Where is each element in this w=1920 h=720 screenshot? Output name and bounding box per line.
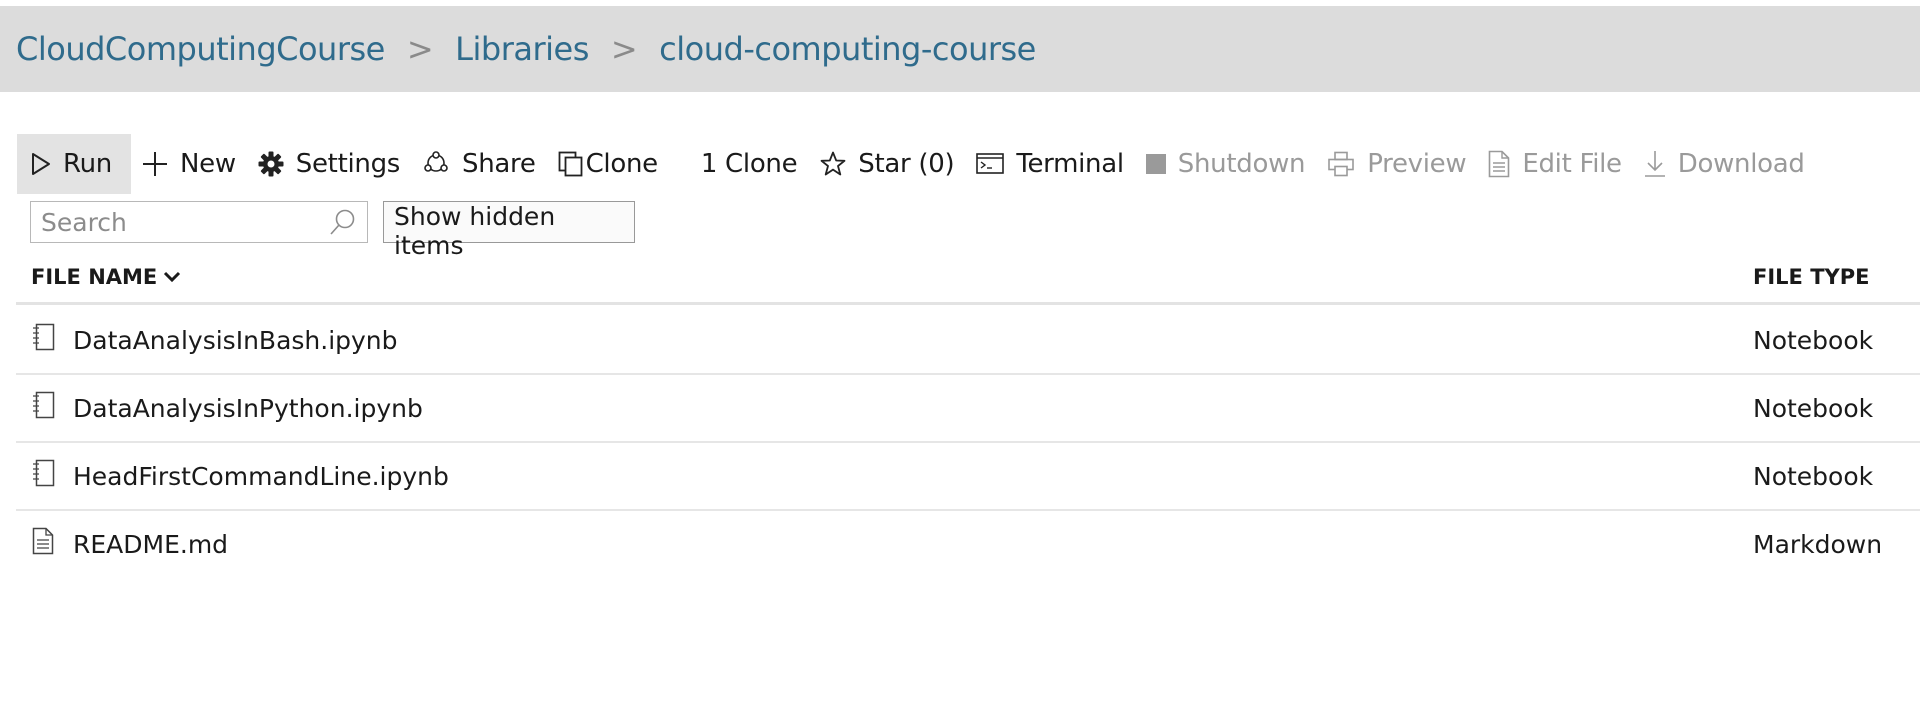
download-button[interactable]: Download <box>1633 134 1816 194</box>
search-input[interactable] <box>31 202 329 242</box>
chevron-down-icon <box>163 270 181 284</box>
notebook-icon <box>31 323 55 357</box>
preview-label: Preview <box>1367 149 1467 179</box>
share-label: Share <box>462 149 536 179</box>
file-name-header-label: FILE NAME <box>31 265 158 289</box>
file-name-column-header[interactable]: FILE NAME <box>31 265 181 289</box>
new-label: New <box>179 149 236 179</box>
share-icon <box>422 151 450 177</box>
clone-button[interactable]: Clone <box>547 134 669 194</box>
terminal-button[interactable]: Terminal <box>965 134 1134 194</box>
notebook-icon <box>31 391 55 425</box>
file-type: Markdown <box>1753 530 1883 559</box>
stop-icon <box>1145 154 1166 174</box>
clone-count: 1 Clone <box>700 149 798 179</box>
download-label: Download <box>1677 149 1805 179</box>
star-label: Star (0) <box>858 149 955 179</box>
terminal-label: Terminal <box>1016 149 1124 179</box>
table-row[interactable]: DataAnalysisInBash.ipynb Notebook <box>16 307 1920 375</box>
file-type-column-header[interactable]: FILE TYPE <box>1753 265 1869 289</box>
file-table-header: FILE NAME FILE TYPE <box>16 255 1920 305</box>
play-icon <box>31 152 51 176</box>
terminal-icon <box>976 152 1005 176</box>
file-type: Notebook <box>1753 394 1874 423</box>
settings-label: Settings <box>295 149 401 179</box>
shutdown-button[interactable]: Shutdown <box>1135 134 1316 194</box>
breadcrumb-project[interactable]: CloudComputingCourse <box>16 30 385 68</box>
table-row[interactable]: README.md Markdown <box>16 511 1920 579</box>
breadcrumb-separator: > <box>406 30 434 68</box>
star-icon <box>820 151 846 177</box>
file-list: DataAnalysisInBash.ipynb Notebook DataAn… <box>16 307 1920 579</box>
document-icon <box>1488 150 1510 178</box>
copy-icon <box>558 151 584 177</box>
toolbar: Run New Settings Share Clone 1 Clone Sta… <box>17 134 1816 194</box>
search-box <box>30 201 368 243</box>
download-icon <box>1644 150 1666 178</box>
run-label: Run <box>63 149 112 179</box>
search-icon[interactable] <box>329 208 357 236</box>
gear-icon <box>258 151 284 177</box>
breadcrumb-libraries[interactable]: Libraries <box>455 30 589 68</box>
show-hidden-items-button[interactable]: Show hidden items <box>383 201 635 260</box>
table-row[interactable]: DataAnalysisInPython.ipynb Notebook <box>16 375 1920 443</box>
plus-icon <box>142 151 168 177</box>
breadcrumb: CloudComputingCourse > Libraries > cloud… <box>0 6 1920 92</box>
file-type: Notebook <box>1753 462 1874 491</box>
file-name[interactable]: DataAnalysisInPython.ipynb <box>73 394 423 423</box>
file-type: Notebook <box>1753 326 1874 355</box>
new-button[interactable]: New <box>131 134 247 194</box>
edit-file-button[interactable]: Edit File <box>1477 134 1632 194</box>
document-icon <box>31 527 55 561</box>
preview-button[interactable]: Preview <box>1316 134 1477 194</box>
breadcrumb-library[interactable]: cloud-computing-course <box>659 30 1036 68</box>
clone-label: Clone <box>585 149 659 179</box>
file-name[interactable]: HeadFirstCommandLine.ipynb <box>73 462 449 491</box>
star-button[interactable]: Star (0) <box>809 134 965 194</box>
edit-file-label: Edit File <box>1522 149 1622 179</box>
run-button[interactable]: Run <box>17 134 131 194</box>
table-row[interactable]: HeadFirstCommandLine.ipynb Notebook <box>16 443 1920 511</box>
file-name[interactable]: README.md <box>73 530 228 559</box>
shutdown-label: Shutdown <box>1177 149 1306 179</box>
breadcrumb-separator: > <box>610 30 638 68</box>
share-button[interactable]: Share <box>411 134 547 194</box>
file-name[interactable]: DataAnalysisInBash.ipynb <box>73 326 398 355</box>
settings-button[interactable]: Settings <box>247 134 411 194</box>
notebook-icon <box>31 459 55 493</box>
print-icon <box>1327 151 1355 177</box>
